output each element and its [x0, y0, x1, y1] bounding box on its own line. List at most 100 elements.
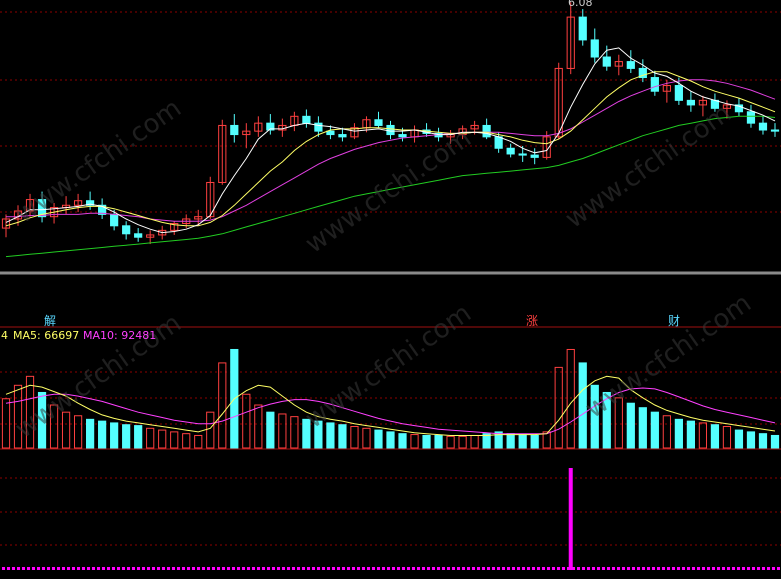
indicator-dot [557, 567, 560, 570]
indicator-dot [592, 567, 595, 570]
indicator-dot [612, 567, 615, 570]
volume-bar [362, 427, 371, 449]
volume-bar [434, 434, 443, 449]
indicator-dot [342, 567, 345, 570]
volume-bar [674, 418, 683, 449]
indicator-dot [137, 567, 140, 570]
indicator-dot [662, 567, 665, 570]
stock-chart [0, 2, 781, 570]
indicator-dot [87, 567, 90, 570]
indicator-dot [772, 567, 775, 570]
volume-bar [338, 424, 347, 449]
volume-bar [86, 418, 95, 449]
volume-bar [110, 422, 119, 449]
candle-body [746, 111, 756, 124]
indicator-dot [637, 567, 640, 570]
indicator-dot [672, 567, 675, 570]
indicator-dot [147, 567, 150, 570]
candle-body [506, 147, 515, 155]
indicator-dot [67, 567, 70, 570]
indicator-dot [232, 567, 235, 570]
indicator-dot [227, 567, 230, 570]
peak-price-label: 6.08 [568, 0, 593, 9]
chart-stage: www.cfchi.com www.cfchi.com www.cfchi.co… [0, 0, 781, 575]
indicator-dot [322, 567, 325, 570]
volume-bar [1, 398, 11, 449]
indicator-dot [7, 567, 10, 570]
indicator-dot [247, 567, 250, 570]
indicator-dot [122, 567, 125, 570]
indicator-dot [352, 567, 355, 570]
candle-body [110, 213, 119, 227]
indicator-dot [497, 567, 500, 570]
volume-bar [422, 434, 431, 449]
volume-bar [698, 422, 708, 449]
indicator-dot [2, 567, 5, 570]
volume-bar [206, 411, 215, 449]
indicator-dot [262, 567, 265, 570]
volume-bar [350, 426, 359, 449]
candle-body [674, 85, 683, 101]
candle-body [650, 77, 659, 92]
indicator-dot [267, 567, 270, 570]
indicator-dot [132, 567, 135, 570]
volume-bar [506, 433, 515, 449]
candle-body [626, 61, 635, 69]
indicator-dot [722, 567, 725, 570]
indicator-dot [382, 567, 385, 570]
indicator-dot [92, 567, 95, 570]
indicator-dot [622, 567, 625, 570]
indicator-dot [607, 567, 610, 570]
volume-bar [134, 425, 143, 449]
indicator-dot [472, 567, 475, 570]
indicator-dot [547, 567, 550, 570]
volume-bar [770, 434, 780, 449]
indicator-dot [462, 567, 465, 570]
volume-bar [242, 393, 251, 449]
indicator-dot [767, 567, 770, 570]
volume-bar [446, 435, 455, 449]
volume-ma10-label: MA10: 92481 [83, 329, 157, 342]
candle-body [530, 154, 539, 158]
indicator-dot [482, 567, 485, 570]
volume-ma10-line [5, 387, 776, 435]
volume-bar [626, 402, 635, 449]
volume-legend-prefix: 4 [1, 329, 8, 342]
candle-body [122, 225, 131, 235]
volume-bar [182, 433, 191, 449]
indicator-dot [187, 567, 190, 570]
indicator-dot [422, 567, 425, 570]
indicator-dot [72, 567, 75, 570]
indicator-dot [57, 567, 60, 570]
volume-bar [146, 427, 155, 449]
indicator-dot [357, 567, 360, 570]
indicator-dot [387, 567, 390, 570]
indicator-dot [32, 567, 35, 570]
indicator-dot [447, 567, 450, 570]
indicator-dot [142, 567, 145, 570]
indicator-dot [702, 567, 705, 570]
indicator-dot [527, 567, 530, 570]
candle-body [230, 124, 239, 136]
indicator-dot [317, 567, 320, 570]
candle-body [386, 124, 395, 136]
indicator-dot [737, 567, 740, 570]
indicator-dot [742, 567, 745, 570]
indicator-dot [412, 567, 415, 570]
volume-bar [254, 404, 263, 449]
candle-body [326, 130, 335, 136]
indicator-dot [312, 567, 315, 570]
indicator-dot [392, 567, 395, 570]
candle-body [602, 56, 611, 67]
indicator-dot [77, 567, 80, 570]
indicator-dot [362, 567, 365, 570]
indicator-dot [532, 567, 535, 570]
indicator-dot [617, 567, 620, 570]
indicator-dot [717, 567, 720, 570]
candle-body [590, 39, 599, 58]
indicator-dot [217, 567, 220, 570]
indicator-dot [732, 567, 735, 570]
indicator-dot [427, 567, 430, 570]
volume-ma5-label: MA5: 66697 [13, 329, 80, 342]
indicator-dot [82, 567, 85, 570]
